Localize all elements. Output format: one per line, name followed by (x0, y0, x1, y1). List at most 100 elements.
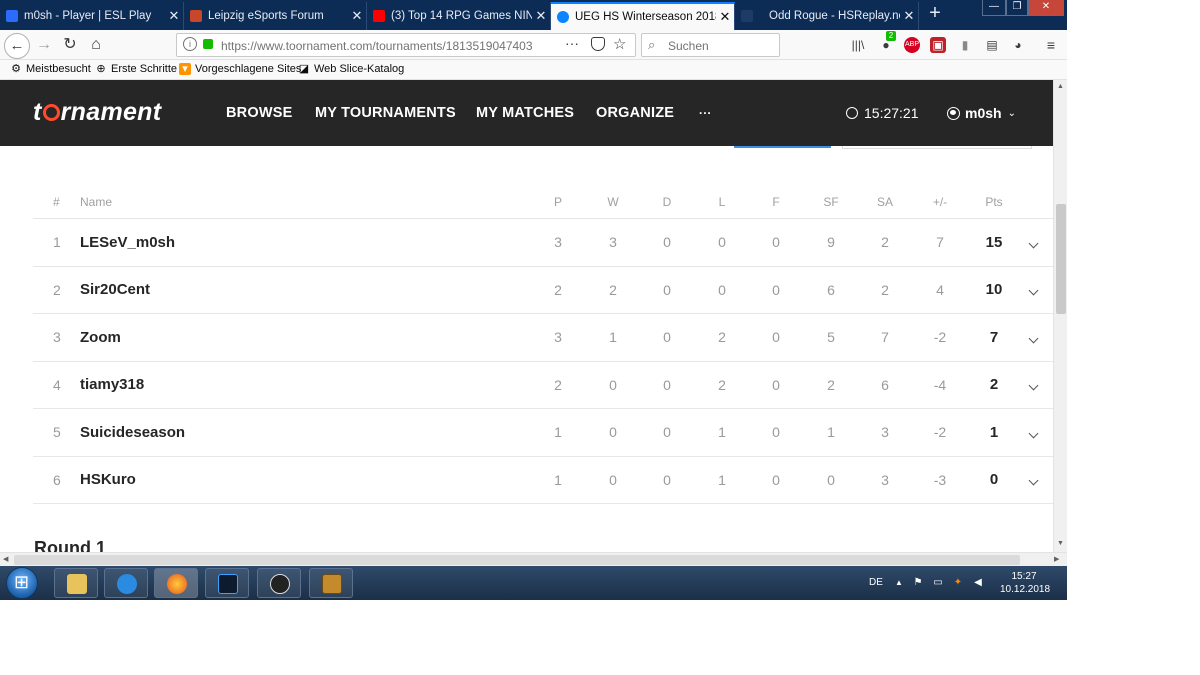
volume-icon[interactable]: ◀ (972, 577, 984, 589)
library-icon[interactable]: |||\ (850, 37, 866, 53)
taskbar-firefox[interactable] (154, 568, 198, 598)
scroll-right-arrow-icon[interactable]: ▶ (1054, 555, 1059, 563)
url-text[interactable]: https://www.toornament.com/tournaments/1… (221, 39, 561, 53)
bookmark-vorgeschlagene-sites[interactable]: ▾ Vorgeschlagene Sites (179, 63, 301, 75)
standings-row[interactable]: 3 Zoom 3 1 0 2 0 5 7 -2 7 (33, 314, 1053, 362)
hamburger-menu-icon[interactable]: ≡ (1043, 37, 1059, 53)
row-points: 15 (985, 233, 1003, 251)
close-tab-icon[interactable]: ✕ (716, 9, 734, 25)
reader-extension-icon[interactable]: ▮ (957, 37, 973, 53)
bookmark-erste-schritte[interactable]: ⊕ Erste Schritte (95, 63, 177, 75)
close-tab-icon[interactable]: ✕ (348, 8, 366, 24)
home-icon[interactable]: ⌂ (84, 34, 108, 56)
row-name[interactable]: tiamy318 (80, 362, 380, 409)
bookmark-star-icon[interactable]: ☆ (613, 35, 626, 53)
close-tab-icon[interactable]: ✕ (165, 8, 183, 24)
extension-icon[interactable]: ▣ (930, 37, 946, 53)
user-icon (947, 106, 960, 120)
expand-row-chevron-icon[interactable] (1023, 314, 1043, 361)
close-tab-icon[interactable]: ✕ (532, 8, 550, 24)
start-button[interactable] (6, 567, 38, 599)
reload-icon[interactable]: ↻ (58, 34, 82, 56)
clock-time: 15:27:21 (864, 105, 919, 121)
taskbar-battlenet[interactable] (205, 568, 249, 598)
site-info-icon[interactable]: i (183, 37, 197, 51)
expand-row-chevron-icon[interactable] (1023, 219, 1043, 266)
sync-icon[interactable]: 2 ● (878, 31, 896, 53)
nav-my-matches[interactable]: MY MATCHES (476, 105, 574, 121)
taskbar-app[interactable] (257, 568, 301, 598)
language-indicator[interactable]: DE (866, 577, 886, 589)
search-input[interactable]: ⌕ Suchen (641, 33, 780, 57)
standings-row[interactable]: 5 Suicideseason 1 0 0 1 0 1 3 -2 1 (33, 409, 1053, 457)
vertical-scrollbar[interactable]: ▲ ▼ (1053, 80, 1067, 552)
vertical-scroll-thumb[interactable] (1056, 204, 1066, 314)
expand-row-chevron-icon[interactable] (1023, 457, 1043, 504)
adblock-icon[interactable]: ABP (904, 37, 920, 53)
nav-more[interactable]: ··· (699, 106, 712, 120)
pocket-icon[interactable] (591, 37, 605, 51)
row-name[interactable]: LESeV_m0sh (80, 219, 380, 266)
nav-browse[interactable]: BROWSE (226, 105, 292, 121)
url-bar[interactable]: i https://www.toornament.com/tournaments… (176, 33, 636, 57)
browser-tab-toornament[interactable]: UEG HS Winterseason 2018 | To ✕ (551, 2, 735, 30)
row-difference: -2 (933, 424, 947, 441)
minimize-window-icon[interactable]: — (982, 0, 1006, 16)
group-selector-dropdown[interactable] (842, 146, 1032, 149)
network-icon[interactable]: ▭ (932, 577, 944, 589)
stage-selector-button[interactable] (734, 146, 831, 148)
close-tab-icon[interactable]: ✕ (900, 8, 918, 24)
row-played: 3 (554, 234, 562, 251)
browser-tab-youtube[interactable]: (3) Top 14 RPG Games NINTEN ✕ (367, 2, 551, 30)
standings-table: # Name P W D L F SF SA +/- Pts 1 LESeV_m… (33, 186, 1053, 504)
new-tab-button[interactable]: + (925, 3, 945, 24)
page-actions-icon[interactable]: ··· (565, 35, 579, 51)
horizontal-scrollbar[interactable]: ◀ ▶ (0, 552, 1067, 566)
row-rank: 5 (53, 424, 61, 441)
standings-row[interactable]: 6 HSKuro 1 0 0 1 0 0 3 -3 0 (33, 457, 1053, 504)
user-menu[interactable]: m0sh ⌄ (947, 105, 1016, 121)
nav-organize[interactable]: ORGANIZE (596, 105, 674, 121)
expand-row-chevron-icon[interactable] (1023, 267, 1043, 314)
standings-row[interactable]: 4 tiamy318 2 0 0 2 0 2 6 -4 2 (33, 362, 1053, 409)
row-name[interactable]: Suicideseason (80, 409, 380, 456)
browser-tab-esl[interactable]: m0sh - Player | ESL Play ✕ (0, 2, 184, 30)
back-arrow-icon[interactable]: ← (4, 33, 30, 59)
row-wins: 0 (609, 424, 617, 441)
standings-row[interactable]: 2 Sir20Cent 2 2 0 0 0 6 2 4 10 (33, 267, 1053, 314)
row-name[interactable]: HSKuro (80, 457, 380, 504)
nav-my-tournaments[interactable]: MY TOURNAMENTS (315, 105, 456, 121)
scroll-down-arrow-icon[interactable]: ▼ (1057, 540, 1064, 547)
row-played: 1 (554, 424, 562, 441)
expand-row-chevron-icon[interactable] (1023, 409, 1043, 456)
bookmark-meistbesucht[interactable]: ⚙ Meistbesucht (10, 63, 91, 75)
profile-extension-icon[interactable]: ◕ (1010, 37, 1026, 53)
horizontal-scroll-thumb[interactable] (14, 555, 1020, 565)
fox-tray-icon[interactable]: ✦ (952, 577, 964, 589)
browser-tab-forum[interactable]: Leipzig eSports Forum ✕ (184, 2, 367, 30)
search-placeholder: Suchen (668, 39, 709, 53)
maximize-window-icon[interactable]: ❐ (1006, 0, 1028, 16)
taskbar-explorer[interactable] (54, 568, 98, 598)
show-hidden-icons-icon[interactable]: ▲ (893, 577, 905, 589)
taskbar-hearthstone[interactable] (309, 568, 353, 598)
firefox-icon (167, 574, 187, 594)
standings-row[interactable]: 1 LESeV_m0sh 3 3 0 0 0 9 2 7 15 (33, 219, 1053, 267)
row-name[interactable]: Sir20Cent (80, 267, 380, 314)
close-window-icon[interactable]: ✕ (1028, 0, 1064, 16)
forward-arrow-icon[interactable]: → (32, 34, 56, 56)
scroll-left-arrow-icon[interactable]: ◀ (3, 555, 8, 563)
row-name[interactable]: Zoom (80, 314, 380, 361)
flag-icon[interactable]: ⚑ (912, 577, 924, 589)
browser-tab-hsreplay[interactable]: Odd Rogue - HSReplay.net ✕ (735, 2, 919, 30)
chevron-down-icon: ⌄ (1007, 107, 1016, 119)
taskbar-internet-explorer[interactable] (104, 568, 148, 598)
bookmark-web-slice[interactable]: ◪ Web Slice-Katalog (298, 63, 405, 75)
scroll-up-arrow-icon[interactable]: ▲ (1057, 83, 1064, 90)
toornament-logo[interactable]: t rnament (33, 98, 161, 127)
tray-clock[interactable]: 15:27 10.12.2018 (1000, 570, 1050, 596)
bookmarks-bar: ⚙ Meistbesucht ⊕ Erste Schritte ▾ Vorges… (0, 60, 1067, 80)
expand-row-chevron-icon[interactable] (1023, 362, 1043, 409)
sidebar-icon[interactable]: ▤ (984, 37, 1000, 53)
windows-taskbar: DE ▲ ⚑ ▭ ✦ ◀ (0, 566, 1067, 600)
